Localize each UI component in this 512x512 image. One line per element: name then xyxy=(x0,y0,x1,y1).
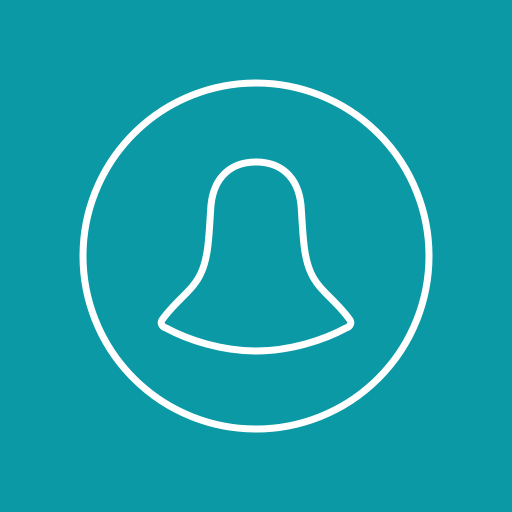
bell-icon xyxy=(79,79,433,433)
app-icon xyxy=(0,0,512,512)
bell-shape xyxy=(157,158,355,355)
circle-outline xyxy=(79,79,433,433)
